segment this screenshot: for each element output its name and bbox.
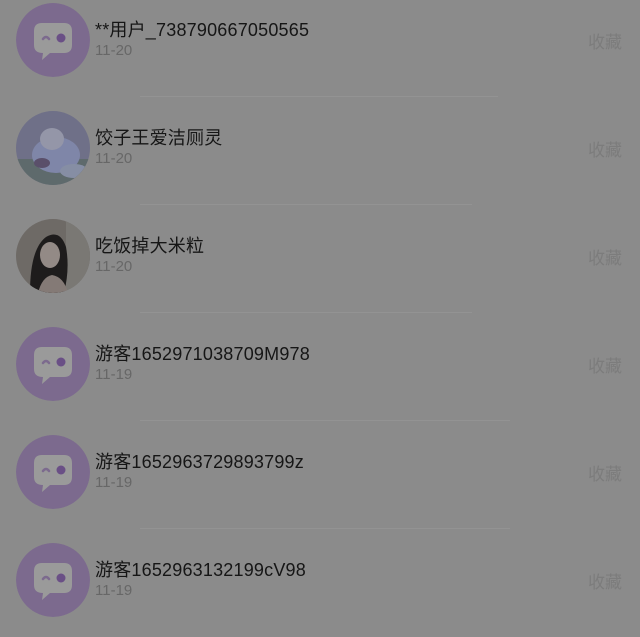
favorite-button[interactable]: 收藏 (588, 460, 622, 485)
user-name: 饺子王爱洁厕灵 (95, 128, 223, 148)
photo-girl-avatar (16, 219, 90, 293)
row-divider (140, 204, 472, 205)
default-bubble-icon (16, 327, 90, 401)
favorite-button[interactable]: 收藏 (588, 244, 622, 269)
row-divider (140, 96, 498, 97)
favorite-button[interactable]: 收藏 (588, 28, 622, 53)
user-name: **用户_738790667050565 (95, 20, 310, 40)
timestamp: 11-20 (95, 258, 133, 275)
list-item[interactable]: 游客1652963132199cV98 11-19 收藏 (0, 528, 640, 636)
timestamp: 11-20 (95, 42, 133, 59)
list-item[interactable]: 饺子王爱洁厕灵 11-20 收藏 (0, 96, 640, 204)
timestamp: 11-19 (95, 474, 133, 491)
favorite-button[interactable]: 收藏 (588, 352, 622, 377)
default-bubble-icon (16, 543, 90, 617)
timestamp: 11-19 (95, 366, 133, 383)
favorite-button[interactable]: 收藏 (588, 136, 622, 161)
list-item[interactable]: 游客1652971038709M978 11-19 收藏 (0, 312, 640, 420)
default-bubble-icon (16, 3, 90, 77)
user-name: 吃饭掉大米粒 (95, 236, 205, 256)
user-name: 游客1652963729893799z (95, 452, 304, 472)
user-name: 游客1652963132199cV98 (95, 560, 306, 580)
user-name: 游客1652971038709M978 (95, 344, 310, 364)
row-divider (140, 312, 472, 313)
timestamp: 11-20 (95, 150, 133, 167)
favorite-button[interactable]: 收藏 (588, 568, 622, 593)
timestamp: 11-19 (95, 582, 133, 599)
default-bubble-icon (16, 435, 90, 509)
photo-cat-avatar (16, 111, 90, 185)
user-list: **用户_738790667050565 11-20 收藏 饺子王爱洁厕灵 11… (0, 0, 640, 637)
row-divider (140, 420, 510, 421)
list-item[interactable]: 游客1652963729893799z 11-19 收藏 (0, 420, 640, 528)
row-divider (140, 528, 510, 529)
list-item[interactable]: 吃饭掉大米粒 11-20 收藏 (0, 204, 640, 312)
list-item[interactable]: **用户_738790667050565 11-20 收藏 (0, 0, 640, 96)
